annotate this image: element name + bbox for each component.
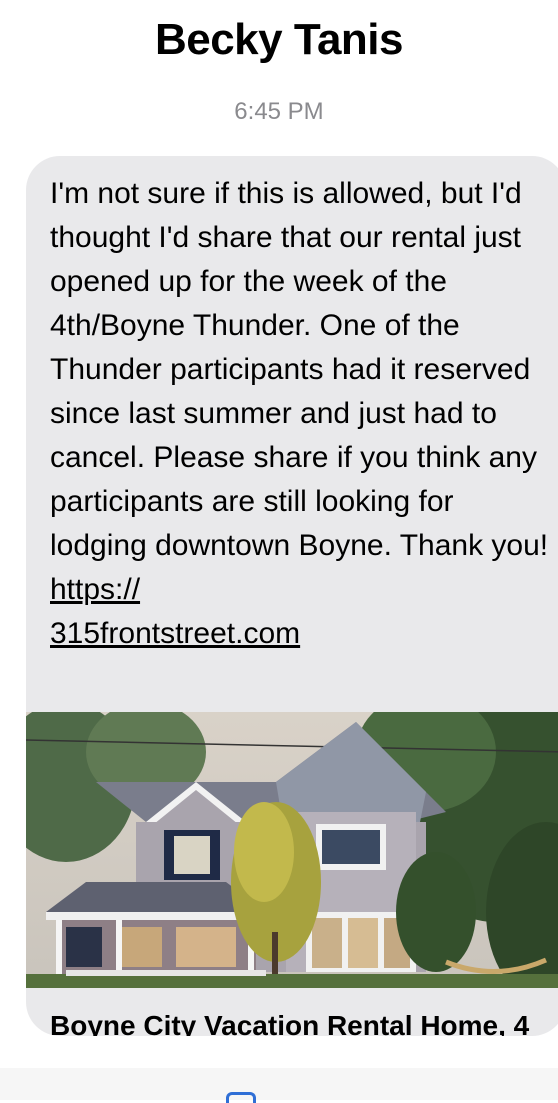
app-icon[interactable]: [226, 1092, 256, 1103]
message-text: I'm not sure if this is allowed, but I'd…: [50, 172, 550, 656]
message-bubble[interactable]: I'm not sure if this is allowed, but I'd…: [26, 156, 558, 1036]
link-preview-image[interactable]: [26, 712, 558, 988]
message-link[interactable]: https:// 315frontstreet.com: [50, 573, 300, 650]
bottom-toolbar: [0, 1068, 558, 1103]
message-timestamp: 6:45 PM: [234, 98, 324, 125]
message-body: I'm not sure if this is allowed, but I'd…: [50, 177, 549, 562]
contact-name[interactable]: Becky Tanis: [0, 14, 558, 66]
link-preview-title[interactable]: Boyne City Vacation Rental Home, 4 Bedro…: [50, 1008, 550, 1036]
